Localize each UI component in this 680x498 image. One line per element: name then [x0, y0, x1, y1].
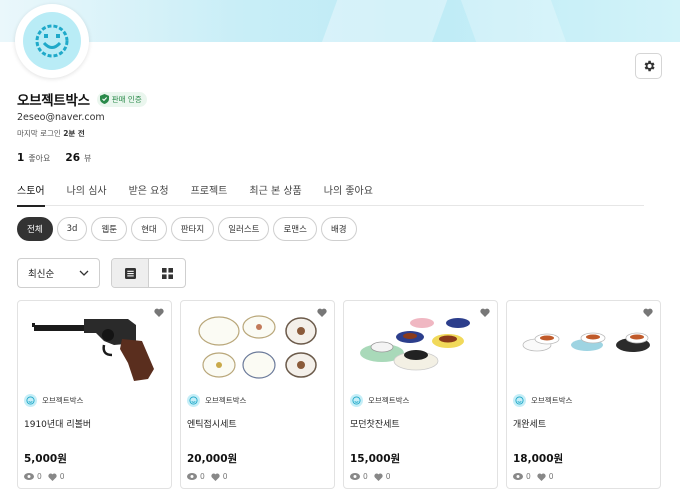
filter-chip-fantasy[interactable]: 판타지 [170, 217, 215, 241]
like-count: 0 [385, 472, 391, 481]
list-view-button[interactable] [112, 259, 149, 287]
profile-email: 2eseo@naver.com [17, 112, 105, 123]
seller-name[interactable]: 오브젝트박스 [368, 395, 409, 406]
heart-icon [211, 473, 220, 481]
list-view-icon [124, 267, 136, 279]
product-image-revolver [32, 319, 154, 381]
seller-name[interactable]: 오브젝트박스 [42, 395, 83, 406]
profile-name: 오브젝트박스 [17, 93, 90, 109]
filter-chip-illustration[interactable]: 일러스트 [218, 217, 270, 241]
seller-name[interactable]: 오브젝트박스 [205, 395, 246, 406]
product-card[interactable]: 오브젝트박스 엔틱접시세트 20,000원 0 0 [180, 300, 335, 489]
heart-icon [48, 473, 57, 481]
view-count: 0 [37, 472, 42, 481]
tab-recently-viewed[interactable]: 최근 본 상품 [249, 182, 301, 206]
product-image-plates [198, 315, 317, 379]
product-title[interactable]: 모던찻잔세트 [350, 417, 400, 430]
product-title[interactable]: 엔틱접시세트 [187, 417, 237, 430]
eye-icon [187, 473, 197, 480]
badge-label: 판매 인증 [111, 94, 142, 104]
profile-stats: 1 좋아요 26 뷰 [17, 152, 106, 164]
product-price: 5,000원 [24, 453, 67, 465]
product-image-gaiwan [522, 332, 650, 352]
grid-view-icon [161, 267, 173, 279]
view-count: 0 [526, 472, 531, 481]
sort-selected-label: 최신순 [28, 269, 55, 280]
filter-chip-3d[interactable]: 3d [56, 217, 88, 241]
tab-my-likes[interactable]: 나의 좋아요 [324, 182, 373, 206]
seller-logo-icon [187, 394, 200, 407]
tab-my-review[interactable]: 나의 심사 [67, 182, 107, 206]
tab-projects[interactable]: 프로젝트 [191, 182, 228, 206]
product-price: 20,000원 [187, 453, 238, 465]
seller-logo-icon [350, 394, 363, 407]
like-count: 0 [548, 472, 554, 481]
filter-chip-modern[interactable]: 현대 [131, 217, 167, 241]
product-card[interactable]: 오브젝트박스 모던찻잔세트 15,000원 0 0 [343, 300, 498, 489]
grid-view-button[interactable] [149, 259, 185, 287]
product-image-teacups [360, 318, 470, 371]
product-price: 15,000원 [350, 453, 401, 465]
views-count: 26 [65, 152, 81, 164]
filter-chip-romance[interactable]: 로맨스 [273, 217, 317, 241]
eye-icon [24, 473, 34, 480]
last-login: 마지막 로그인 2분 전 [17, 128, 85, 139]
verified-seller-badge: 판매 인증 [96, 91, 147, 107]
filter-chip-webtoon[interactable]: 웹툰 [91, 217, 128, 241]
product-title[interactable]: 개완세트 [513, 417, 546, 430]
view-count: 0 [363, 472, 368, 481]
tab-store[interactable]: 스토어 [17, 182, 45, 207]
heart-icon [537, 473, 546, 481]
like-count: 0 [222, 472, 228, 481]
smiley-logo-icon [35, 24, 69, 58]
shield-check-icon [99, 94, 109, 104]
filter-chip-all[interactable]: 전체 [17, 217, 53, 241]
product-card[interactable]: 오브젝트박스 1910년대 리볼버 5,000원 0 0 [17, 300, 172, 489]
settings-button[interactable] [635, 53, 662, 79]
like-count: 0 [59, 472, 65, 481]
eye-icon [513, 473, 523, 480]
product-card[interactable]: 오브젝트박스 개완세트 18,000원 0 0 [506, 300, 661, 489]
eye-icon [350, 473, 360, 480]
category-filters: 전체 3d 웹툰 현대 판타지 일러스트 로맨스 배경 [17, 217, 361, 241]
view-count: 0 [200, 472, 205, 481]
sort-dropdown[interactable]: 최신순 [17, 258, 100, 288]
product-title[interactable]: 1910년대 리볼버 [24, 417, 91, 430]
seller-logo-icon [24, 394, 37, 407]
view-mode-toggle [111, 258, 186, 288]
seller-logo-icon [513, 394, 526, 407]
seller-name[interactable]: 오브젝트박스 [531, 395, 572, 406]
last-login-value: 2분 전 [63, 129, 85, 138]
avatar[interactable] [15, 4, 89, 78]
profile-banner [0, 0, 680, 42]
tab-received-requests[interactable]: 받은 요청 [129, 182, 169, 206]
likes-label: 좋아요 [28, 154, 51, 163]
chevron-down-icon [79, 270, 89, 276]
views-label: 뷰 [84, 154, 92, 163]
product-price: 18,000원 [513, 453, 564, 465]
gear-icon [644, 60, 655, 72]
heart-icon [374, 473, 383, 481]
filter-chip-background[interactable]: 배경 [320, 217, 357, 241]
likes-count: 1 [17, 152, 25, 164]
profile-tabs: 스토어 나의 심사 받은 요청 프로젝트 최근 본 상품 나의 좋아요 [17, 182, 644, 207]
last-login-label: 마지막 로그인 [17, 129, 61, 138]
